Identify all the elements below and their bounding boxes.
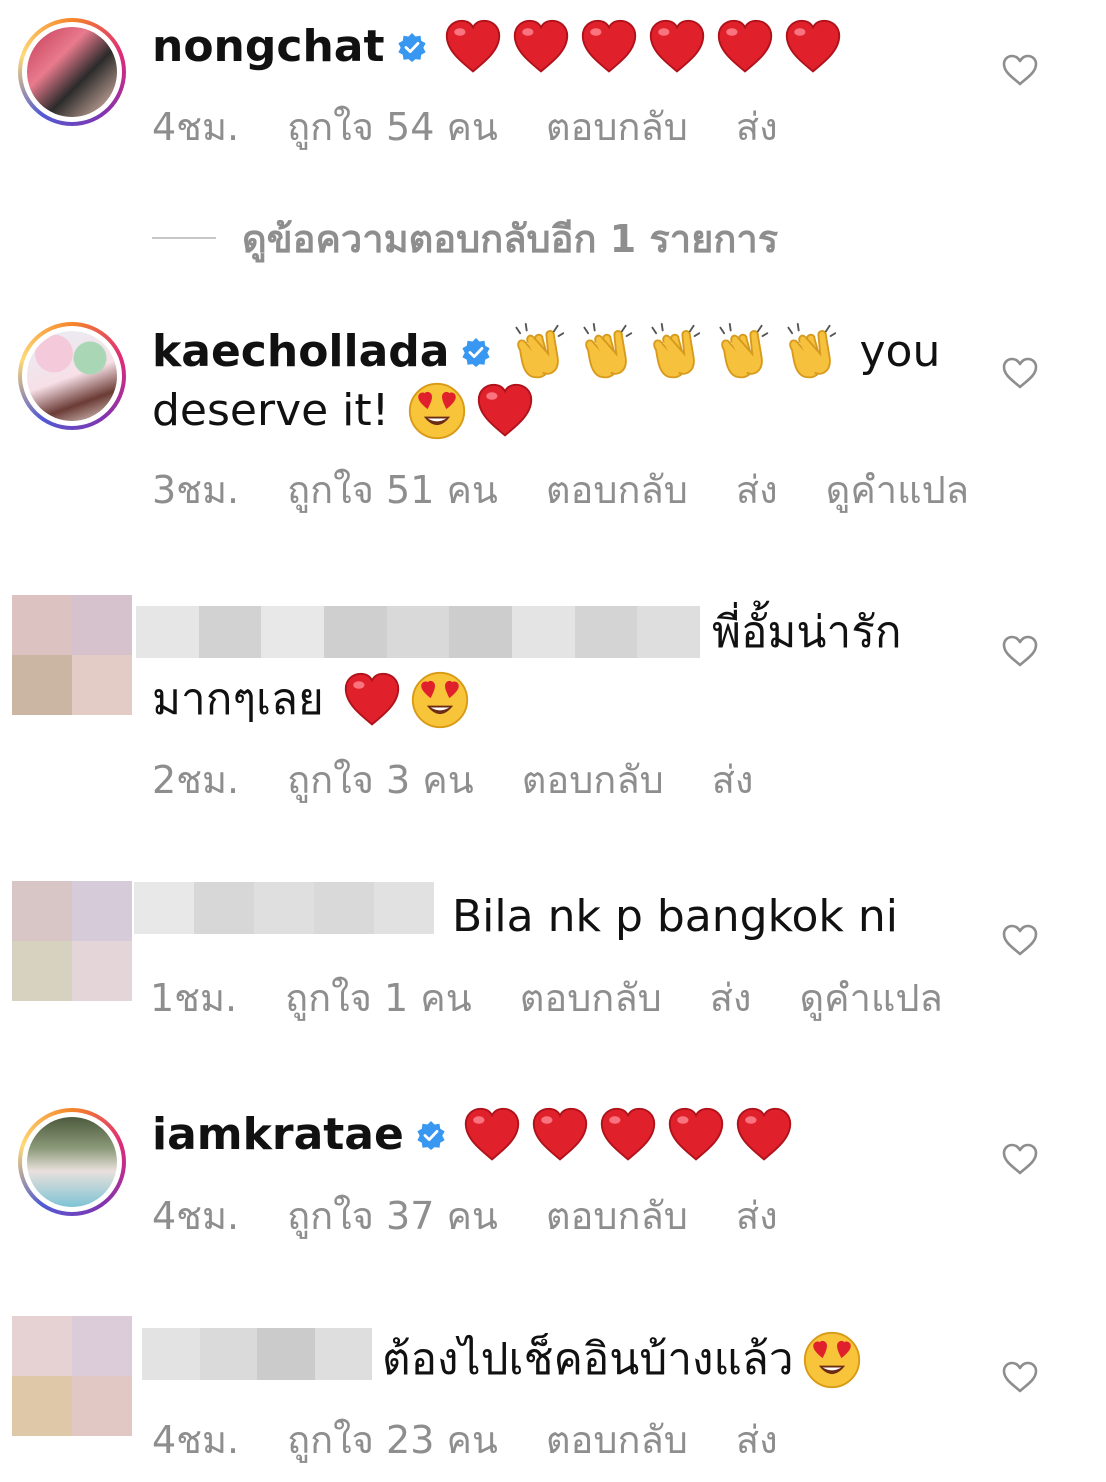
reply-button[interactable]: ตอบกลับ [546,102,688,152]
red-heart-icon [647,17,707,77]
red-heart-icon [511,17,571,77]
reply-button[interactable]: ตอบกลับ [546,465,688,515]
like-heart-icon[interactable] [1000,920,1040,960]
username[interactable]: iamkratae [152,1106,404,1164]
avatar[interactable] [18,18,126,126]
translate-button[interactable]: ดูคำแปล [799,973,942,1023]
red-heart-icon [530,1105,590,1165]
username[interactable]: nongchat [152,18,385,76]
send-button[interactable]: ส่ง [736,102,778,152]
likes-count[interactable]: ถูกใจ 3 คน [287,755,474,805]
send-button[interactable]: ส่ง [712,755,754,805]
red-heart-icon [598,1105,658,1165]
red-heart-icon [783,17,843,77]
comment-line: Bila nk p bangkok ni [452,888,898,946]
comment-text: you [859,326,941,377]
red-heart-icon [666,1105,726,1165]
view-more-replies[interactable]: ดูข้อความตอบกลับอีก 1 รายการ [152,210,778,266]
red-heart-icon [443,17,503,77]
comment-line-2: มากๆเลย [152,670,478,730]
timestamp: 4ชม. [152,105,240,149]
avatar-pixelated[interactable] [12,1316,132,1436]
comment-text: Bila nk p bangkok ni [452,891,898,942]
comment-meta: 1ชม. ถูกใจ 1 คน ตอบกลับ ส่ง ดูคำแปล [150,973,943,1023]
like-heart-icon[interactable] [1000,353,1040,393]
send-button[interactable]: ส่ง [736,465,778,515]
send-button[interactable]: ส่ง [736,1191,778,1241]
comment-line: kaechollada you [152,322,940,382]
like-heart-icon[interactable] [1000,50,1040,90]
like-heart-icon[interactable] [1000,631,1040,671]
comment-text: ต้องไปเช็คอินบ้างแล้ว [382,1334,794,1385]
comment-text: มากๆเลย [152,674,324,725]
heart-eyes-icon [410,670,470,730]
timestamp: 1ชม. [150,976,238,1020]
username-blurred [134,882,434,934]
comment-meta: 4ชม. ถูกใจ 23 คน ตอบกลับ ส่ง [152,1415,778,1465]
verified-badge-icon [416,1120,446,1150]
verified-badge-icon [397,32,427,62]
comment-text: พี่อั้มน่ารัก [712,607,902,658]
avatar-pixelated[interactable] [12,595,132,715]
red-heart-icon [734,1105,794,1165]
send-button[interactable]: ส่ง [736,1415,778,1465]
comment-line-2: deserve it! [152,381,543,441]
clapping-hands-icon [507,322,567,382]
comment-meta: 3ชม. ถูกใจ 51 คน ตอบกลับ ส่ง ดูคำแปล [152,465,969,515]
comment-line: ต้องไปเช็คอินบ้างแล้ว [382,1330,870,1390]
heart-eyes-icon [407,381,467,441]
heart-eyes-icon [802,1330,862,1390]
avatar[interactable] [18,322,126,430]
send-button[interactable]: ส่ง [710,973,752,1023]
likes-count[interactable]: ถูกใจ 1 คน [285,973,472,1023]
timestamp: 4ชม. [152,1418,240,1462]
red-heart-icon [342,670,402,730]
reply-button[interactable]: ตอบกลับ [520,973,662,1023]
reply-button[interactable]: ตอบกลับ [546,1191,688,1241]
timestamp: 2ชม. [152,758,240,802]
comment-meta: 4ชม. ถูกใจ 37 คน ตอบกลับ ส่ง [152,1191,778,1241]
red-heart-icon [579,17,639,77]
timestamp: 4ชม. [152,1194,240,1238]
comment-meta: 4ชม. ถูกใจ 54 คน ตอบกลับ ส่ง [152,102,778,152]
like-heart-icon[interactable] [1000,1357,1040,1397]
like-heart-icon[interactable] [1000,1139,1040,1179]
comment-line: พี่อั้มน่ารัก [712,604,902,662]
red-heart-icon [715,17,775,77]
likes-count[interactable]: ถูกใจ 51 คน [287,465,498,515]
comment-meta: 2ชม. ถูกใจ 3 คน ตอบกลับ ส่ง [152,755,753,805]
red-heart-icon [462,1105,522,1165]
username-blurred [136,606,701,658]
reply-button[interactable]: ตอบกลับ [546,1415,688,1465]
avatar[interactable] [18,1108,126,1216]
comment-line: iamkratae [152,1105,802,1165]
translate-button[interactable]: ดูคำแปล [826,465,969,515]
reply-button[interactable]: ตอบกลับ [522,755,664,805]
comment-text: deserve it! [152,385,390,436]
avatar-pixelated[interactable] [12,881,132,1001]
comment-line: nongchat [152,17,851,77]
verified-badge-icon [461,337,491,367]
divider [152,237,216,239]
clapping-hands-icon [643,322,703,382]
likes-count[interactable]: ถูกใจ 54 คน [287,102,498,152]
clapping-hands-icon [575,322,635,382]
view-more-replies-label[interactable]: ดูข้อความตอบกลับอีก 1 รายการ [242,208,778,269]
clapping-hands-icon [711,322,771,382]
likes-count[interactable]: ถูกใจ 23 คน [287,1415,498,1465]
likes-count[interactable]: ถูกใจ 37 คน [287,1191,498,1241]
timestamp: 3ชม. [152,468,240,512]
red-heart-icon [475,381,535,441]
username-blurred [142,1328,372,1380]
username[interactable]: kaechollada [152,323,449,381]
clapping-hands-icon [779,322,839,382]
